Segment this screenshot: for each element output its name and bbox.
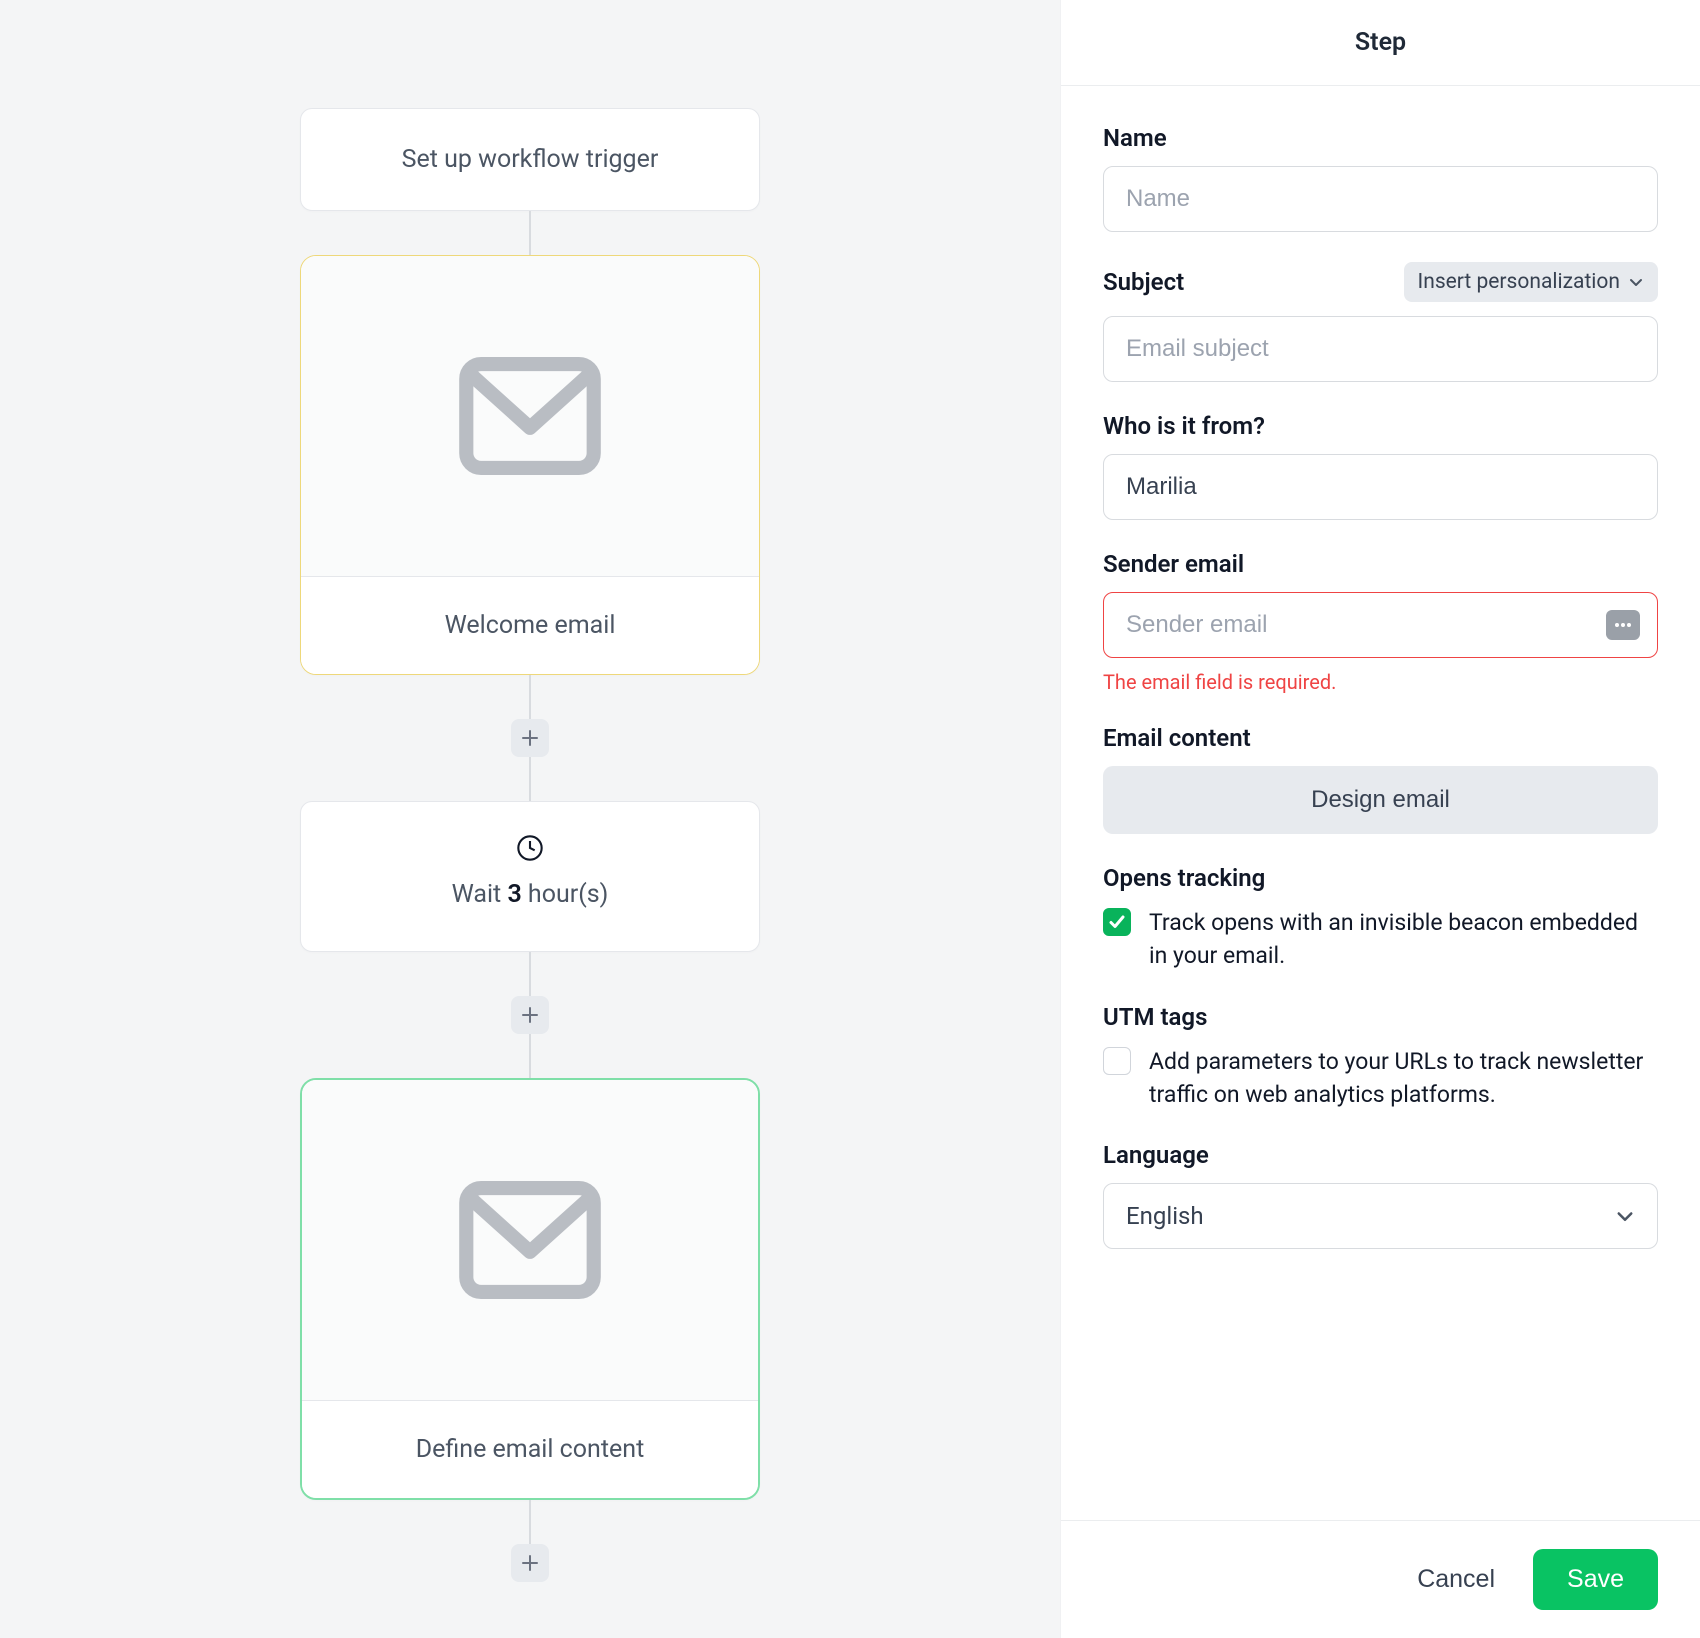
email-node-label: Define email content [302, 1400, 758, 1498]
panel-footer: Cancel Save [1061, 1520, 1700, 1638]
subject-label: Subject [1103, 268, 1184, 296]
workflow-canvas[interactable]: Set up workflow trigger Welcome email Wa… [0, 0, 1060, 1638]
opens-checkbox[interactable] [1103, 908, 1131, 936]
connector [529, 211, 531, 255]
email-thumb [302, 1080, 758, 1400]
add-step-button[interactable] [511, 996, 549, 1034]
dots-icon [1613, 622, 1633, 628]
chevron-down-icon [1615, 1206, 1635, 1226]
wait-prefix: Wait [452, 880, 508, 909]
utm-checkbox[interactable] [1103, 1047, 1131, 1075]
panel-body: Name Subject Insert personalization Who … [1061, 86, 1700, 1520]
connector [529, 952, 531, 996]
trigger-label: Set up workflow trigger [402, 145, 659, 174]
panel-title: Step [1061, 0, 1700, 86]
clock-icon [516, 834, 544, 862]
chevron-down-icon [1628, 274, 1644, 290]
plus-icon [521, 1554, 539, 1572]
wait-suffix: hour(s) [522, 880, 609, 909]
design-email-button[interactable]: Design email [1103, 766, 1658, 834]
utm-desc: Add parameters to your URLs to track new… [1149, 1045, 1658, 1112]
connector [529, 1034, 531, 1078]
save-button[interactable]: Save [1533, 1549, 1658, 1610]
sender-suffix-button[interactable] [1606, 610, 1640, 640]
email-node-welcome[interactable]: Welcome email [300, 255, 760, 675]
connector [529, 675, 531, 719]
utm-label: UTM tags [1103, 1003, 1658, 1031]
insert-personalization-chip[interactable]: Insert personalization [1404, 262, 1658, 302]
language-value: English [1126, 1202, 1204, 1230]
check-icon [1108, 913, 1126, 931]
wait-node[interactable]: Wait 3 hour(s) [300, 801, 760, 952]
sender-label: Sender email [1103, 550, 1244, 578]
opens-label: Opens tracking [1103, 864, 1658, 892]
subject-input[interactable] [1103, 316, 1658, 382]
mail-icon [455, 357, 605, 475]
plus-icon [521, 729, 539, 747]
trigger-node[interactable]: Set up workflow trigger [300, 108, 760, 211]
name-label: Name [1103, 124, 1167, 152]
step-panel: Step Name Subject Insert personalization… [1060, 0, 1700, 1638]
mail-icon [455, 1181, 605, 1299]
add-step-button[interactable] [511, 719, 549, 757]
wait-value: 3 [507, 880, 521, 909]
name-input[interactable] [1103, 166, 1658, 232]
email-thumb [301, 256, 759, 576]
content-label: Email content [1103, 724, 1251, 752]
language-select[interactable]: English [1103, 1183, 1658, 1249]
cancel-button[interactable]: Cancel [1417, 1565, 1495, 1594]
plus-icon [521, 1006, 539, 1024]
chip-label: Insert personalization [1418, 270, 1620, 294]
email-node-define[interactable]: Define email content [300, 1078, 760, 1500]
from-input[interactable] [1103, 454, 1658, 520]
from-label: Who is it from? [1103, 412, 1265, 440]
sender-input[interactable] [1103, 592, 1658, 658]
connector [529, 1500, 531, 1544]
sender-error-text: The email field is required. [1103, 670, 1658, 694]
language-label: Language [1103, 1141, 1209, 1169]
add-step-button[interactable] [511, 1544, 549, 1582]
connector [529, 757, 531, 801]
opens-desc: Track opens with an invisible beacon emb… [1149, 906, 1658, 973]
email-node-label: Welcome email [301, 576, 759, 674]
